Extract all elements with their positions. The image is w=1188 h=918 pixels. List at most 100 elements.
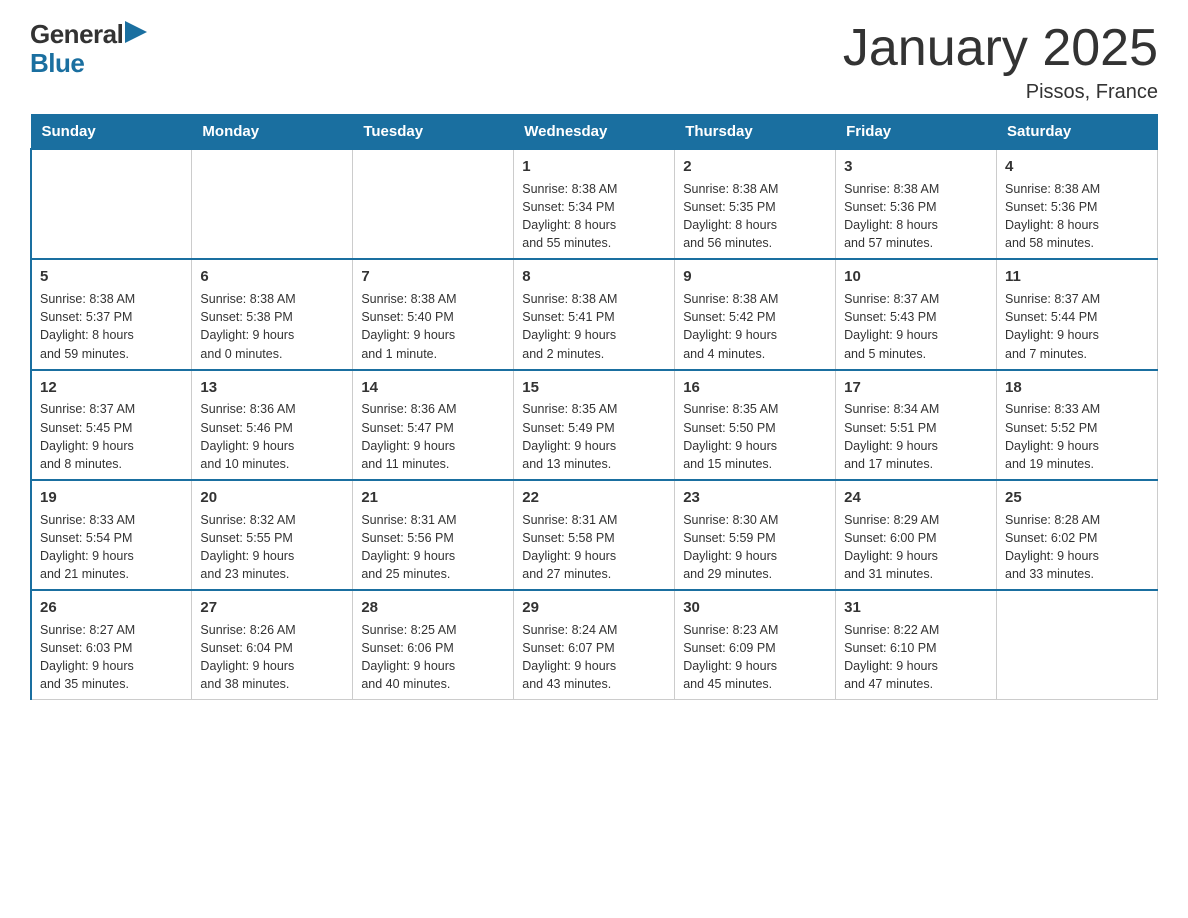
calendar-cell: 15Sunrise: 8:35 AM Sunset: 5:49 PM Dayli… — [514, 370, 675, 480]
day-number: 28 — [361, 597, 505, 619]
day-info: Sunrise: 8:32 AM Sunset: 5:55 PM Dayligh… — [200, 511, 344, 584]
day-info: Sunrise: 8:34 AM Sunset: 5:51 PM Dayligh… — [844, 400, 988, 473]
day-info: Sunrise: 8:29 AM Sunset: 6:00 PM Dayligh… — [844, 511, 988, 584]
day-info: Sunrise: 8:30 AM Sunset: 5:59 PM Dayligh… — [683, 511, 827, 584]
day-info: Sunrise: 8:33 AM Sunset: 5:54 PM Dayligh… — [40, 511, 183, 584]
day-info: Sunrise: 8:23 AM Sunset: 6:09 PM Dayligh… — [683, 621, 827, 694]
day-number: 12 — [40, 377, 183, 399]
day-number: 24 — [844, 487, 988, 509]
calendar-cell: 24Sunrise: 8:29 AM Sunset: 6:00 PM Dayli… — [836, 480, 997, 590]
calendar-cell — [31, 149, 192, 259]
day-number: 7 — [361, 266, 505, 288]
day-number: 30 — [683, 597, 827, 619]
day-number: 17 — [844, 377, 988, 399]
calendar-week-row: 12Sunrise: 8:37 AM Sunset: 5:45 PM Dayli… — [31, 370, 1158, 480]
page-header: General Blue January 2025 Pissos, France — [30, 20, 1158, 104]
day-info: Sunrise: 8:25 AM Sunset: 6:06 PM Dayligh… — [361, 621, 505, 694]
calendar-cell: 8Sunrise: 8:38 AM Sunset: 5:41 PM Daylig… — [514, 259, 675, 369]
day-info: Sunrise: 8:38 AM Sunset: 5:41 PM Dayligh… — [522, 290, 666, 363]
day-info: Sunrise: 8:24 AM Sunset: 6:07 PM Dayligh… — [522, 621, 666, 694]
calendar-cell: 4Sunrise: 8:38 AM Sunset: 5:36 PM Daylig… — [997, 149, 1158, 259]
day-number: 10 — [844, 266, 988, 288]
day-info: Sunrise: 8:38 AM Sunset: 5:42 PM Dayligh… — [683, 290, 827, 363]
day-number: 31 — [844, 597, 988, 619]
day-number: 11 — [1005, 266, 1149, 288]
calendar-cell: 12Sunrise: 8:37 AM Sunset: 5:45 PM Dayli… — [31, 370, 192, 480]
logo-arrow-icon — [125, 21, 147, 43]
calendar-cell: 6Sunrise: 8:38 AM Sunset: 5:38 PM Daylig… — [192, 259, 353, 369]
day-info: Sunrise: 8:37 AM Sunset: 5:45 PM Dayligh… — [40, 400, 183, 473]
location-text: Pissos, France — [843, 81, 1158, 104]
day-info: Sunrise: 8:28 AM Sunset: 6:02 PM Dayligh… — [1005, 511, 1149, 584]
day-number: 21 — [361, 487, 505, 509]
day-of-week-header: Friday — [836, 115, 997, 150]
day-info: Sunrise: 8:22 AM Sunset: 6:10 PM Dayligh… — [844, 621, 988, 694]
calendar-cell: 22Sunrise: 8:31 AM Sunset: 5:58 PM Dayli… — [514, 480, 675, 590]
day-info: Sunrise: 8:37 AM Sunset: 5:44 PM Dayligh… — [1005, 290, 1149, 363]
day-number: 18 — [1005, 377, 1149, 399]
month-title: January 2025 — [843, 20, 1158, 77]
day-info: Sunrise: 8:27 AM Sunset: 6:03 PM Dayligh… — [40, 621, 183, 694]
day-info: Sunrise: 8:38 AM Sunset: 5:35 PM Dayligh… — [683, 180, 827, 253]
calendar-cell: 2Sunrise: 8:38 AM Sunset: 5:35 PM Daylig… — [675, 149, 836, 259]
calendar-cell: 3Sunrise: 8:38 AM Sunset: 5:36 PM Daylig… — [836, 149, 997, 259]
calendar-cell: 20Sunrise: 8:32 AM Sunset: 5:55 PM Dayli… — [192, 480, 353, 590]
day-number: 27 — [200, 597, 344, 619]
day-number: 22 — [522, 487, 666, 509]
day-of-week-header: Tuesday — [353, 115, 514, 150]
calendar-cell: 16Sunrise: 8:35 AM Sunset: 5:50 PM Dayli… — [675, 370, 836, 480]
day-of-week-header: Monday — [192, 115, 353, 150]
day-of-week-header: Sunday — [31, 115, 192, 150]
calendar-cell: 17Sunrise: 8:34 AM Sunset: 5:51 PM Dayli… — [836, 370, 997, 480]
day-info: Sunrise: 8:38 AM Sunset: 5:37 PM Dayligh… — [40, 290, 183, 363]
day-info: Sunrise: 8:38 AM Sunset: 5:34 PM Dayligh… — [522, 180, 666, 253]
calendar-cell: 9Sunrise: 8:38 AM Sunset: 5:42 PM Daylig… — [675, 259, 836, 369]
calendar-cell: 10Sunrise: 8:37 AM Sunset: 5:43 PM Dayli… — [836, 259, 997, 369]
calendar-cell: 31Sunrise: 8:22 AM Sunset: 6:10 PM Dayli… — [836, 590, 997, 700]
day-number: 13 — [200, 377, 344, 399]
day-number: 14 — [361, 377, 505, 399]
day-number: 8 — [522, 266, 666, 288]
day-info: Sunrise: 8:35 AM Sunset: 5:49 PM Dayligh… — [522, 400, 666, 473]
day-number: 25 — [1005, 487, 1149, 509]
day-number: 9 — [683, 266, 827, 288]
day-of-week-header: Thursday — [675, 115, 836, 150]
day-info: Sunrise: 8:38 AM Sunset: 5:36 PM Dayligh… — [1005, 180, 1149, 253]
calendar-cell — [997, 590, 1158, 700]
calendar-cell: 19Sunrise: 8:33 AM Sunset: 5:54 PM Dayli… — [31, 480, 192, 590]
calendar-cell: 1Sunrise: 8:38 AM Sunset: 5:34 PM Daylig… — [514, 149, 675, 259]
day-number: 3 — [844, 156, 988, 178]
day-number: 23 — [683, 487, 827, 509]
calendar-cell — [353, 149, 514, 259]
calendar-cell: 23Sunrise: 8:30 AM Sunset: 5:59 PM Dayli… — [675, 480, 836, 590]
calendar-cell — [192, 149, 353, 259]
calendar-table: SundayMondayTuesdayWednesdayThursdayFrid… — [30, 114, 1158, 700]
day-info: Sunrise: 8:38 AM Sunset: 5:38 PM Dayligh… — [200, 290, 344, 363]
day-info: Sunrise: 8:35 AM Sunset: 5:50 PM Dayligh… — [683, 400, 827, 473]
day-number: 19 — [40, 487, 183, 509]
calendar-cell: 25Sunrise: 8:28 AM Sunset: 6:02 PM Dayli… — [997, 480, 1158, 590]
calendar-cell: 7Sunrise: 8:38 AM Sunset: 5:40 PM Daylig… — [353, 259, 514, 369]
day-number: 15 — [522, 377, 666, 399]
day-of-week-header: Wednesday — [514, 115, 675, 150]
calendar-cell: 11Sunrise: 8:37 AM Sunset: 5:44 PM Dayli… — [997, 259, 1158, 369]
logo-general-text: General — [30, 20, 123, 49]
day-info: Sunrise: 8:26 AM Sunset: 6:04 PM Dayligh… — [200, 621, 344, 694]
calendar-week-row: 19Sunrise: 8:33 AM Sunset: 5:54 PM Dayli… — [31, 480, 1158, 590]
day-number: 5 — [40, 266, 183, 288]
logo-blue-text: Blue — [30, 49, 147, 78]
day-info: Sunrise: 8:33 AM Sunset: 5:52 PM Dayligh… — [1005, 400, 1149, 473]
logo: General Blue — [30, 20, 147, 77]
calendar-cell: 29Sunrise: 8:24 AM Sunset: 6:07 PM Dayli… — [514, 590, 675, 700]
calendar-week-row: 5Sunrise: 8:38 AM Sunset: 5:37 PM Daylig… — [31, 259, 1158, 369]
title-block: January 2025 Pissos, France — [843, 20, 1158, 104]
day-of-week-header: Saturday — [997, 115, 1158, 150]
calendar-cell: 14Sunrise: 8:36 AM Sunset: 5:47 PM Dayli… — [353, 370, 514, 480]
day-number: 20 — [200, 487, 344, 509]
day-info: Sunrise: 8:36 AM Sunset: 5:47 PM Dayligh… — [361, 400, 505, 473]
calendar-cell: 13Sunrise: 8:36 AM Sunset: 5:46 PM Dayli… — [192, 370, 353, 480]
day-number: 2 — [683, 156, 827, 178]
calendar-cell: 28Sunrise: 8:25 AM Sunset: 6:06 PM Dayli… — [353, 590, 514, 700]
day-info: Sunrise: 8:38 AM Sunset: 5:40 PM Dayligh… — [361, 290, 505, 363]
calendar-cell: 18Sunrise: 8:33 AM Sunset: 5:52 PM Dayli… — [997, 370, 1158, 480]
